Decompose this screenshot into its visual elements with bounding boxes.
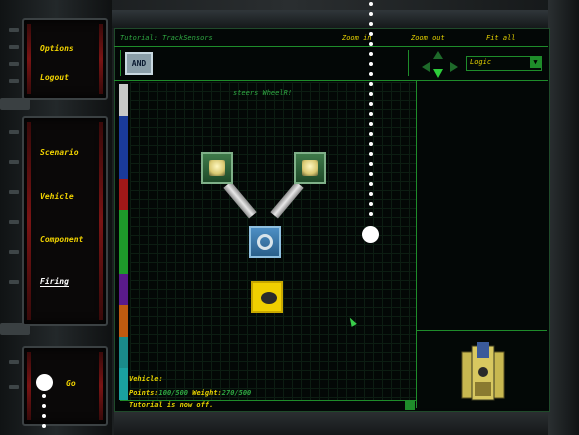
path-dot [42, 404, 46, 408]
bezel-stud [9, 190, 19, 194]
path-dot [369, 122, 373, 126]
vehicle-button[interactable]: Vehicle [40, 192, 74, 201]
palette-color-segment[interactable] [119, 273, 128, 306]
path-dot [369, 2, 373, 6]
path-dot [369, 82, 373, 86]
path-dot [369, 52, 373, 56]
bezel-stud [9, 130, 19, 134]
tutorial-title: Tutorial: TrackSensors [120, 34, 213, 42]
path-dot [369, 152, 373, 156]
gun-icon[interactable] [251, 281, 283, 313]
points-label: Points: [129, 389, 159, 397]
side-menu-column: Options Logout Scenario Vehicle Componen… [0, 0, 112, 435]
palette-color-segment[interactable] [119, 210, 128, 242]
vehicle-label: Vehicle: [129, 375, 163, 383]
path-dot [369, 212, 373, 216]
firing-button[interactable]: Firing [40, 277, 69, 287]
path-dot [369, 142, 373, 146]
path-dot [369, 42, 373, 46]
top-bezel [112, 10, 550, 28]
path-dot [369, 182, 373, 186]
message-scroll-button[interactable] [405, 401, 415, 410]
path-dot [369, 12, 373, 16]
path-dot [369, 162, 373, 166]
path-dot [369, 62, 373, 66]
bezel-stud [9, 280, 19, 284]
scroll-left-icon[interactable] [422, 62, 430, 72]
palette-color-segment[interactable] [119, 84, 128, 116]
palette-color-segment[interactable] [119, 336, 128, 369]
options-button[interactable]: Options [40, 44, 74, 53]
chevron-down-icon[interactable]: ▼ [530, 57, 541, 68]
path-dot [369, 112, 373, 116]
path-dot [369, 102, 373, 106]
fit-all-button[interactable]: Fit all [486, 34, 516, 42]
scroll-up-icon[interactable] [433, 51, 443, 59]
palette-color-segment[interactable] [119, 178, 128, 211]
weight-label: Weight: [192, 389, 222, 397]
points-weight-line: Points:100/500 Weight:270/500 [129, 389, 251, 397]
bezel-stud [9, 160, 19, 164]
path-dot [369, 72, 373, 76]
path-dot [369, 132, 373, 136]
weight-value: 270/500 [221, 389, 252, 397]
light-sensor-icon[interactable] [201, 152, 233, 184]
component-button[interactable]: Component [40, 235, 83, 244]
options-panel: Options Logout [22, 18, 108, 100]
scroll-right-icon[interactable] [450, 62, 458, 72]
bottom-bezel [114, 410, 548, 435]
bezel-stud [9, 360, 19, 364]
bezel-stud [9, 79, 19, 83]
palette-color-segment[interactable] [119, 368, 128, 400]
light-sensor-icon[interactable] [294, 152, 326, 184]
bezel-stud [9, 28, 19, 32]
path-dot [369, 202, 373, 206]
bezel-stud [9, 45, 19, 49]
and-gate-button[interactable]: AND [125, 52, 153, 75]
logout-button[interactable]: Logout [40, 73, 69, 82]
go-panel: Go [22, 346, 108, 426]
path-dot [369, 92, 373, 96]
wheel-icon[interactable] [249, 226, 281, 258]
path-dot [369, 32, 373, 36]
tank-vehicle-icon [461, 342, 505, 401]
palette-color-segment[interactable] [119, 147, 128, 179]
palette-color-segment[interactable] [119, 115, 128, 148]
logic-dropdown[interactable]: Logic ▼ [466, 56, 542, 71]
bezel-stud [9, 250, 19, 254]
zoom-in-button[interactable]: Zoom in [342, 34, 372, 42]
path-dot [42, 394, 46, 398]
tutorial-status-message: Tutorial is now off. [129, 401, 214, 409]
selected-component-label: steers WheelR! [233, 89, 293, 97]
bezel-stud [9, 62, 19, 66]
zoom-out-button[interactable]: Zoom out [411, 34, 445, 42]
path-dot [42, 414, 46, 418]
path-dot [42, 424, 46, 428]
bezel-stud [9, 220, 19, 224]
component-palette-strip[interactable] [119, 84, 128, 400]
path-dot [369, 192, 373, 196]
vehicle-preview [417, 332, 547, 408]
points-value: 100/500 [158, 389, 189, 397]
path-dot [369, 172, 373, 176]
scenario-button[interactable]: Scenario [40, 148, 79, 157]
bezel-stud [9, 385, 19, 389]
drag-target-dot [362, 226, 379, 243]
go-button[interactable]: Go [66, 379, 76, 388]
scroll-down-icon[interactable] [433, 69, 443, 78]
palette-color-segment[interactable] [119, 242, 128, 274]
palette-color-segment[interactable] [119, 305, 128, 337]
logic-dropdown-value: Logic [470, 58, 492, 66]
drag-start-dot [36, 374, 53, 391]
right-bezel [548, 0, 579, 435]
mode-panel: Scenario Vehicle Component Firing [22, 116, 108, 326]
path-dot [369, 22, 373, 26]
